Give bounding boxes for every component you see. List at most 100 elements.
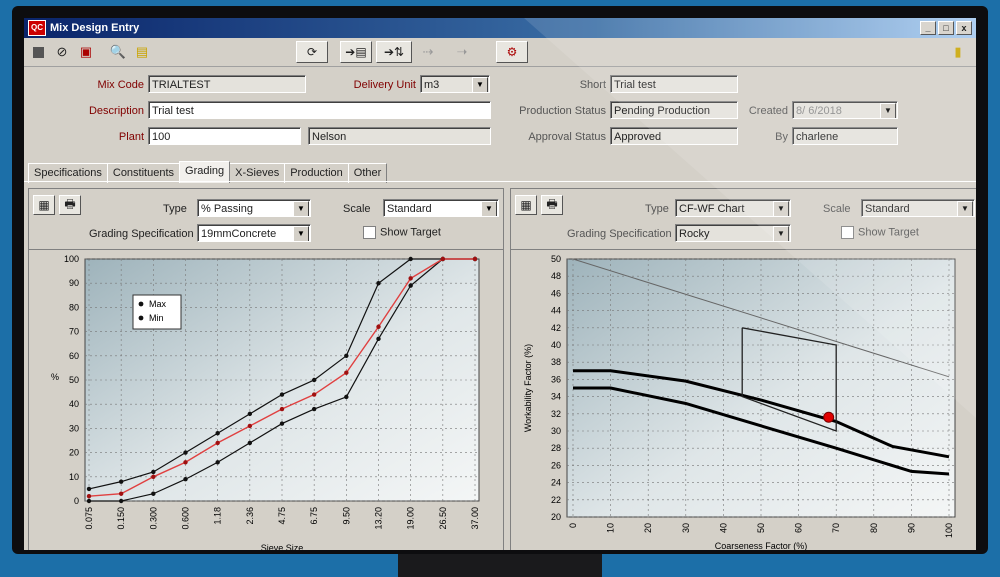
tab-production[interactable]: Production [284,163,349,183]
print-icon[interactable]: 🖶 [59,195,81,215]
window-title: Mix Design Entry [50,22,140,34]
document-button[interactable]: ➔▤ [340,41,372,63]
arrow-right-icon[interactable]: ⇢ [418,42,438,62]
exit-icon[interactable]: ▣ [76,42,96,62]
scale-chevron-2-icon[interactable]: ▼ [957,201,973,216]
tab-x-sieves[interactable]: X-Sieves [229,163,286,183]
production-status-field: Pending Production [610,101,738,119]
data-point [472,256,478,262]
y-tick-label: 46 [551,288,561,298]
created-value: 8/ 6/2018 [796,105,842,117]
chevron-down-icon[interactable]: ▼ [472,77,488,92]
show-target-label: Show Target [380,226,441,239]
tab-other[interactable]: Other [347,163,388,183]
tab-grading[interactable]: Grading [179,161,231,183]
grading-spec-select[interactable]: 19mmConcrete ▼ [197,224,311,242]
scale-chevron-icon[interactable]: ▼ [481,201,497,216]
chart-options-icon[interactable]: ▦ [33,195,55,215]
data-point [408,276,413,281]
y-tick-label: 40 [551,340,561,350]
y-tick-label: 38 [551,357,561,367]
spec-chevron-icon[interactable]: ▼ [293,226,309,241]
workability-panel: ▦ 🖶 Type CF-WF Chart ▼ Scale Standard ▼ Gr… [510,188,976,550]
x-tick-label: 0.150 [116,507,126,530]
x-tick-label: 13.20 [374,507,384,530]
y-tick-label: 70 [69,327,79,337]
scale-label-2: Scale [823,203,851,215]
scale-select[interactable]: Standard ▼ [383,199,499,217]
data-point [215,431,220,436]
x-tick-label: 0.075 [84,507,94,530]
production-status-label: Production Status [519,105,606,117]
type-chevron-2-icon[interactable]: ▼ [773,201,789,216]
grading-spec-select-2[interactable]: Rocky ▼ [675,224,791,242]
created-label: Created [748,105,788,117]
minimize-button[interactable]: _ [920,21,936,35]
calendar-dropdown-icon[interactable]: ▼ [880,103,896,118]
toolbar: ⊘ ▣ 🔍 ▤ ⟳ ➔▤ ➔⇅ ⇢ ➝ ⚙ ▮ [24,38,976,67]
tab-specifications[interactable]: Specifications [28,163,108,183]
exit-door-icon[interactable]: ▮ [948,42,968,62]
data-point [151,469,156,475]
data-point [311,406,317,412]
data-point [215,440,220,446]
y-tick-label: 30 [69,423,79,433]
data-point [118,491,124,496]
show-target-checkbox[interactable]: Show Target [363,226,441,239]
legend-marker [138,315,144,321]
created-field[interactable]: 8/ 6/2018 ▼ [792,101,898,119]
legend-label: Max [149,299,167,309]
maximize-button[interactable]: □ [938,21,954,35]
type-chevron-icon[interactable]: ▼ [293,201,309,216]
x-tick-label: 1.18 [213,507,223,525]
stop-icon[interactable] [28,42,48,62]
clipboard-icon[interactable]: ▤ [132,42,152,62]
delivery-unit-select[interactable]: m3 ▼ [420,75,490,93]
data-point [279,421,285,426]
y-tick-label: 90 [69,278,79,288]
close-button[interactable]: x [956,21,972,35]
data-point [376,336,381,342]
data-point [247,411,253,417]
sieve-button[interactable]: ➔⇅ [376,41,412,63]
y-tick-label: 42 [551,323,561,333]
y-tick-label: 22 [551,495,561,505]
data-point [118,498,124,504]
mix-code-field[interactable]: TRIALTEST [148,75,306,93]
scale-select-2[interactable]: Standard ▼ [861,199,975,217]
x-tick-label: 4.75 [277,507,287,525]
short-label: Short [579,79,606,91]
scale-label: Scale [343,203,371,215]
data-point [311,392,317,397]
data-point [279,392,285,397]
legend-marker [138,301,144,307]
y-tick-label: 0 [74,496,79,506]
y-tick-label: 32 [551,409,561,419]
print-2-icon[interactable]: 🖶 [541,195,563,215]
show-target-checkbox-2[interactable]: Show Target [841,226,919,239]
y-tick-label: 10 [69,472,79,482]
y-tick-label: 20 [551,512,561,522]
type-select[interactable]: % Passing ▼ [197,199,311,217]
y-tick-label: 28 [551,443,561,453]
data-point [247,440,253,446]
refresh-button[interactable]: ⟳ [296,41,328,63]
x-tick-label: 2.36 [245,507,255,525]
chart-options-2-icon[interactable]: ▦ [515,195,537,215]
cancel-icon[interactable]: ⊘ [52,42,72,62]
scale-value-2: Standard [865,203,910,215]
x-tick-label: 30 [681,523,691,533]
type-select-2[interactable]: CF-WF Chart ▼ [675,199,791,217]
short-field[interactable]: Trial test [610,75,738,93]
y-tick-label: 80 [69,302,79,312]
x-tick-label: 19.00 [406,507,416,530]
tab-constituents[interactable]: Constituents [106,163,181,183]
description-field[interactable]: Trial test [148,101,491,119]
plant-name-field: Nelson [308,127,491,145]
arrow-right-2-icon[interactable]: ➝ [452,42,472,62]
print-preview-icon[interactable]: 🔍 [108,42,128,62]
data-point [215,460,220,465]
run-button[interactable]: ⚙ [496,41,528,63]
plant-code-field[interactable]: 100 [148,127,301,145]
spec-chevron-2-icon[interactable]: ▼ [773,226,789,241]
